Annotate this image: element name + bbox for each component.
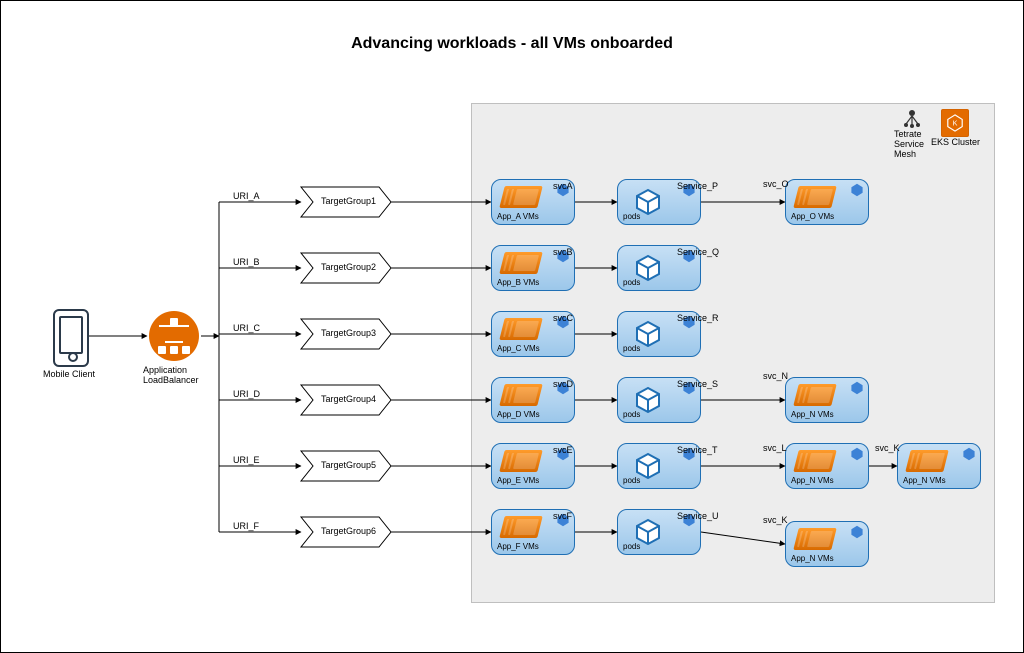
uri-label: URI_E xyxy=(233,455,260,465)
svc-label: svcB xyxy=(553,247,573,257)
ec2-vm-icon xyxy=(502,384,534,412)
vm-box-label: App_N VMs xyxy=(791,476,834,485)
uri-label: URI_D xyxy=(233,389,260,399)
service-label: Service_U xyxy=(677,511,719,521)
vm-box-app-n-4: App_N VMs xyxy=(785,521,869,567)
pods-label: pods xyxy=(623,344,640,353)
svc-label: svcF xyxy=(553,511,572,521)
svc-label-o: svc_O xyxy=(763,179,789,189)
alb-label: Application LoadBalancer xyxy=(143,365,199,385)
vm-box-label: App_D VMs xyxy=(497,410,540,419)
target-group-label: TargetGroup5 xyxy=(321,460,376,470)
service-label: Service_T xyxy=(677,445,718,455)
vm-box-label: App_A VMs xyxy=(497,212,539,221)
eks-icon: K xyxy=(941,109,969,137)
pods-label: pods xyxy=(623,476,640,485)
vm-box-label: App_C VMs xyxy=(497,344,540,353)
vm-box-label: App_O VMs xyxy=(791,212,834,221)
k8s-badge-icon xyxy=(962,447,976,461)
svc-label: svcE xyxy=(553,445,573,455)
tetrate-label: Tetrate Service Mesh xyxy=(894,129,924,159)
k8s-badge-icon xyxy=(850,525,864,539)
ec2-vm-icon xyxy=(502,318,534,346)
vm-box-app-n-1: App_N VMs xyxy=(785,377,869,423)
svg-text:K: K xyxy=(953,119,958,128)
service-label: Service_P xyxy=(677,181,718,191)
uri-label: URI_F xyxy=(233,521,259,531)
target-group-label: TargetGroup4 xyxy=(321,394,376,404)
ec2-vm-icon xyxy=(796,384,828,412)
tetrate-icon xyxy=(902,109,922,129)
k8s-badge-icon xyxy=(850,447,864,461)
ec2-vm-icon xyxy=(502,516,534,544)
vm-box-label: App_N VMs xyxy=(903,476,946,485)
pods-label: pods xyxy=(623,278,640,287)
vm-box-label: App_B VMs xyxy=(497,278,539,287)
vm-box-label: App_F VMs xyxy=(497,542,539,551)
svc-label-k1: svc_K xyxy=(875,443,900,453)
target-group-label: TargetGroup2 xyxy=(321,262,376,272)
vm-box-label: App_N VMs xyxy=(791,410,834,419)
pods-label: pods xyxy=(623,212,640,221)
svc-label-n: svc_N xyxy=(763,371,788,381)
target-group-label: TargetGroup6 xyxy=(321,526,376,536)
svc-label: svcC xyxy=(553,313,573,323)
vm-box-app-n-3: App_N VMs xyxy=(897,443,981,489)
uri-label: URI_C xyxy=(233,323,260,333)
ec2-vm-icon xyxy=(502,186,534,214)
svc-label-k2: svc_K xyxy=(763,515,788,525)
pods-label: pods xyxy=(623,542,640,551)
vm-box-label: App_E VMs xyxy=(497,476,539,485)
uri-label: URI_A xyxy=(233,191,260,201)
ec2-vm-icon xyxy=(502,450,534,478)
mobile-client-icon xyxy=(53,309,89,367)
ec2-vm-icon xyxy=(796,528,828,556)
ec2-vm-icon xyxy=(796,450,828,478)
eks-label: EKS Cluster xyxy=(931,137,980,147)
service-label: Service_Q xyxy=(677,247,719,257)
vm-box-label: App_N VMs xyxy=(791,554,834,563)
mobile-client-label: Mobile Client xyxy=(43,369,95,379)
ec2-vm-icon xyxy=(796,186,828,214)
target-group-label: TargetGroup1 xyxy=(321,196,376,206)
svc-label-l: svc_L xyxy=(763,443,787,453)
uri-label: URI_B xyxy=(233,257,260,267)
diagram-canvas: Advancing workloads - all VMs onboarded … xyxy=(0,0,1024,653)
svc-label: svcA xyxy=(553,181,573,191)
service-label: Service_R xyxy=(677,313,719,323)
k8s-badge-icon xyxy=(850,183,864,197)
ec2-vm-icon xyxy=(908,450,940,478)
vm-box-app-o: App_O VMs xyxy=(785,179,869,225)
k8s-badge-icon xyxy=(850,381,864,395)
pods-label: pods xyxy=(623,410,640,419)
alb-icon xyxy=(149,311,199,361)
service-label: Service_S xyxy=(677,379,718,389)
diagram-title: Advancing workloads - all VMs onboarded xyxy=(1,35,1023,53)
svc-label: svcD xyxy=(553,379,573,389)
target-group-label: TargetGroup3 xyxy=(321,328,376,338)
vm-box-app-n-2: App_N VMs xyxy=(785,443,869,489)
ec2-vm-icon xyxy=(502,252,534,280)
